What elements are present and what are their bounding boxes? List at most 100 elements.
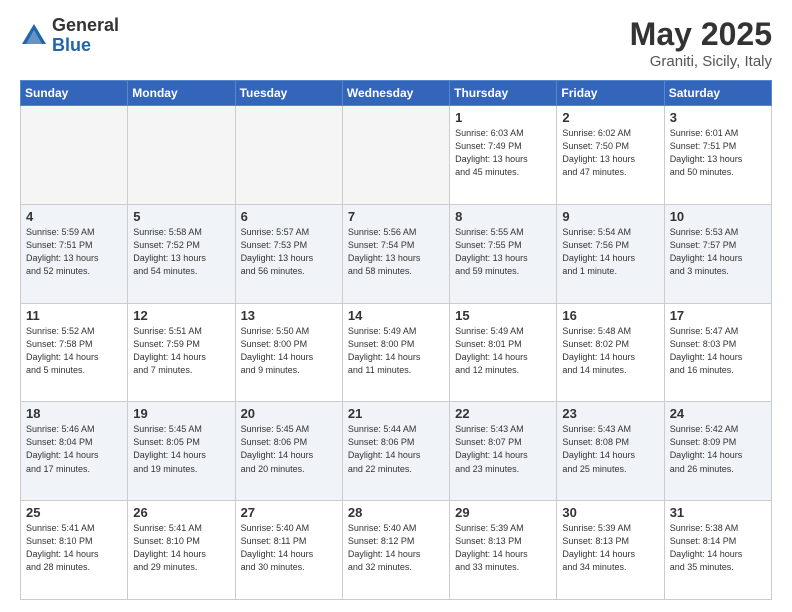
calendar-cell: 24 Sunrise: 5:42 AM Sunset: 8:09 PM Dayli… bbox=[664, 402, 771, 501]
calendar-header-wednesday: Wednesday bbox=[342, 81, 449, 106]
day-number: 2 bbox=[562, 110, 658, 125]
title-block: May 2025 Graniti, Sicily, Italy bbox=[630, 16, 772, 70]
calendar-cell: 6 Sunrise: 5:57 AM Sunset: 7:53 PM Daylig… bbox=[235, 204, 342, 303]
calendar-week-row: 1 Sunrise: 6:03 AM Sunset: 7:49 PM Daylig… bbox=[21, 106, 772, 205]
calendar-cell: 5 Sunrise: 5:58 AM Sunset: 7:52 PM Daylig… bbox=[128, 204, 235, 303]
calendar-cell: 31 Sunrise: 5:38 AM Sunset: 8:14 PM Dayli… bbox=[664, 501, 771, 600]
day-info: Sunrise: 5:57 AM Sunset: 7:53 PM Dayligh… bbox=[241, 226, 337, 278]
day-info: Sunrise: 6:02 AM Sunset: 7:50 PM Dayligh… bbox=[562, 127, 658, 179]
calendar-cell: 3 Sunrise: 6:01 AM Sunset: 7:51 PM Daylig… bbox=[664, 106, 771, 205]
day-number: 18 bbox=[26, 406, 122, 421]
calendar-week-row: 11Sunrise: 5:52 AM Sunset: 7:58 PM Dayli… bbox=[21, 303, 772, 402]
calendar-week-row: 25 Sunrise: 5:41 AM Sunset: 8:10 PM Dayli… bbox=[21, 501, 772, 600]
day-number: 23 bbox=[562, 406, 658, 421]
day-number: 5 bbox=[133, 209, 229, 224]
day-number: 26 bbox=[133, 505, 229, 520]
day-info: Sunrise: 5:50 AM Sunset: 8:00 PM Dayligh… bbox=[241, 325, 337, 377]
day-number: 14 bbox=[348, 308, 444, 323]
calendar-cell: 27Sunrise: 5:40 AM Sunset: 8:11 PM Dayli… bbox=[235, 501, 342, 600]
day-number: 24 bbox=[670, 406, 766, 421]
day-info: Sunrise: 5:54 AM Sunset: 7:56 PM Dayligh… bbox=[562, 226, 658, 278]
day-number: 31 bbox=[670, 505, 766, 520]
day-info: Sunrise: 5:43 AM Sunset: 8:07 PM Dayligh… bbox=[455, 423, 551, 475]
logo: General Blue bbox=[20, 16, 119, 56]
day-number: 3 bbox=[670, 110, 766, 125]
logo-icon bbox=[20, 22, 48, 50]
day-info: Sunrise: 5:59 AM Sunset: 7:51 PM Dayligh… bbox=[26, 226, 122, 278]
calendar-cell: 14 Sunrise: 5:49 AM Sunset: 8:00 PM Dayli… bbox=[342, 303, 449, 402]
day-number: 1 bbox=[455, 110, 551, 125]
day-number: 28 bbox=[348, 505, 444, 520]
day-info: Sunrise: 5:55 AM Sunset: 7:55 PM Dayligh… bbox=[455, 226, 551, 278]
day-number: 4 bbox=[26, 209, 122, 224]
day-number: 8 bbox=[455, 209, 551, 224]
day-info: Sunrise: 5:45 AM Sunset: 8:06 PM Dayligh… bbox=[241, 423, 337, 475]
day-info: Sunrise: 5:38 AM Sunset: 8:14 PM Dayligh… bbox=[670, 522, 766, 574]
day-info: Sunrise: 6:03 AM Sunset: 7:49 PM Dayligh… bbox=[455, 127, 551, 179]
logo-general: General bbox=[52, 16, 119, 36]
day-info: Sunrise: 5:53 AM Sunset: 7:57 PM Dayligh… bbox=[670, 226, 766, 278]
calendar-header-tuesday: Tuesday bbox=[235, 81, 342, 106]
day-number: 25 bbox=[26, 505, 122, 520]
calendar-cell: 20 Sunrise: 5:45 AM Sunset: 8:06 PM Dayli… bbox=[235, 402, 342, 501]
day-number: 19 bbox=[133, 406, 229, 421]
day-number: 15 bbox=[455, 308, 551, 323]
calendar-cell: 15 Sunrise: 5:49 AM Sunset: 8:01 PM Dayli… bbox=[450, 303, 557, 402]
day-number: 29 bbox=[455, 505, 551, 520]
calendar-header-sunday: Sunday bbox=[21, 81, 128, 106]
day-info: Sunrise: 5:56 AM Sunset: 7:54 PM Dayligh… bbox=[348, 226, 444, 278]
day-info: Sunrise: 5:49 AM Sunset: 8:01 PM Dayligh… bbox=[455, 325, 551, 377]
calendar-cell: 13 Sunrise: 5:50 AM Sunset: 8:00 PM Dayli… bbox=[235, 303, 342, 402]
day-info: Sunrise: 5:41 AM Sunset: 8:10 PM Dayligh… bbox=[26, 522, 122, 574]
day-number: 20 bbox=[241, 406, 337, 421]
day-info: Sunrise: 5:51 AM Sunset: 7:59 PM Dayligh… bbox=[133, 325, 229, 377]
calendar-cell: 7 Sunrise: 5:56 AM Sunset: 7:54 PM Daylig… bbox=[342, 204, 449, 303]
calendar-cell: 1 Sunrise: 6:03 AM Sunset: 7:49 PM Daylig… bbox=[450, 106, 557, 205]
day-info: Sunrise: 5:58 AM Sunset: 7:52 PM Dayligh… bbox=[133, 226, 229, 278]
day-number: 30 bbox=[562, 505, 658, 520]
day-number: 21 bbox=[348, 406, 444, 421]
day-info: Sunrise: 5:40 AM Sunset: 8:11 PM Dayligh… bbox=[241, 522, 337, 574]
logo-blue: Blue bbox=[52, 36, 119, 56]
day-number: 10 bbox=[670, 209, 766, 224]
calendar-cell bbox=[342, 106, 449, 205]
calendar-cell: 29Sunrise: 5:39 AM Sunset: 8:13 PM Dayli… bbox=[450, 501, 557, 600]
calendar-cell: 21 Sunrise: 5:44 AM Sunset: 8:06 PM Dayli… bbox=[342, 402, 449, 501]
day-number: 6 bbox=[241, 209, 337, 224]
day-number: 13 bbox=[241, 308, 337, 323]
calendar-cell bbox=[21, 106, 128, 205]
day-number: 17 bbox=[670, 308, 766, 323]
calendar-subtitle: Graniti, Sicily, Italy bbox=[630, 53, 772, 70]
day-info: Sunrise: 5:42 AM Sunset: 8:09 PM Dayligh… bbox=[670, 423, 766, 475]
calendar-cell bbox=[128, 106, 235, 205]
day-info: Sunrise: 6:01 AM Sunset: 7:51 PM Dayligh… bbox=[670, 127, 766, 179]
calendar-header-thursday: Thursday bbox=[450, 81, 557, 106]
calendar-cell: 17 Sunrise: 5:47 AM Sunset: 8:03 PM Dayli… bbox=[664, 303, 771, 402]
day-info: Sunrise: 5:40 AM Sunset: 8:12 PM Dayligh… bbox=[348, 522, 444, 574]
day-number: 7 bbox=[348, 209, 444, 224]
calendar-header-row: SundayMondayTuesdayWednesdayThursdayFrid… bbox=[21, 81, 772, 106]
day-info: Sunrise: 5:41 AM Sunset: 8:10 PM Dayligh… bbox=[133, 522, 229, 574]
day-info: Sunrise: 5:45 AM Sunset: 8:05 PM Dayligh… bbox=[133, 423, 229, 475]
calendar-cell: 9 Sunrise: 5:54 AM Sunset: 7:56 PM Daylig… bbox=[557, 204, 664, 303]
calendar-cell: 10 Sunrise: 5:53 AM Sunset: 7:57 PM Dayli… bbox=[664, 204, 771, 303]
day-info: Sunrise: 5:46 AM Sunset: 8:04 PM Dayligh… bbox=[26, 423, 122, 475]
day-number: 9 bbox=[562, 209, 658, 224]
calendar-header-saturday: Saturday bbox=[664, 81, 771, 106]
calendar-title: May 2025 bbox=[630, 16, 772, 53]
day-info: Sunrise: 5:52 AM Sunset: 7:58 PM Dayligh… bbox=[26, 325, 122, 377]
calendar-week-row: 4 Sunrise: 5:59 AM Sunset: 7:51 PM Daylig… bbox=[21, 204, 772, 303]
page: General Blue May 2025 Graniti, Sicily, I… bbox=[0, 0, 792, 612]
header: General Blue May 2025 Graniti, Sicily, I… bbox=[20, 16, 772, 70]
day-info: Sunrise: 5:43 AM Sunset: 8:08 PM Dayligh… bbox=[562, 423, 658, 475]
day-number: 22 bbox=[455, 406, 551, 421]
day-info: Sunrise: 5:47 AM Sunset: 8:03 PM Dayligh… bbox=[670, 325, 766, 377]
calendar-cell: 4 Sunrise: 5:59 AM Sunset: 7:51 PM Daylig… bbox=[21, 204, 128, 303]
calendar-cell: 19 Sunrise: 5:45 AM Sunset: 8:05 PM Dayli… bbox=[128, 402, 235, 501]
day-info: Sunrise: 5:49 AM Sunset: 8:00 PM Dayligh… bbox=[348, 325, 444, 377]
calendar-cell: 30Sunrise: 5:39 AM Sunset: 8:13 PM Dayli… bbox=[557, 501, 664, 600]
day-number: 16 bbox=[562, 308, 658, 323]
day-number: 12 bbox=[133, 308, 229, 323]
day-info: Sunrise: 5:44 AM Sunset: 8:06 PM Dayligh… bbox=[348, 423, 444, 475]
calendar-cell: 22 Sunrise: 5:43 AM Sunset: 8:07 PM Dayli… bbox=[450, 402, 557, 501]
